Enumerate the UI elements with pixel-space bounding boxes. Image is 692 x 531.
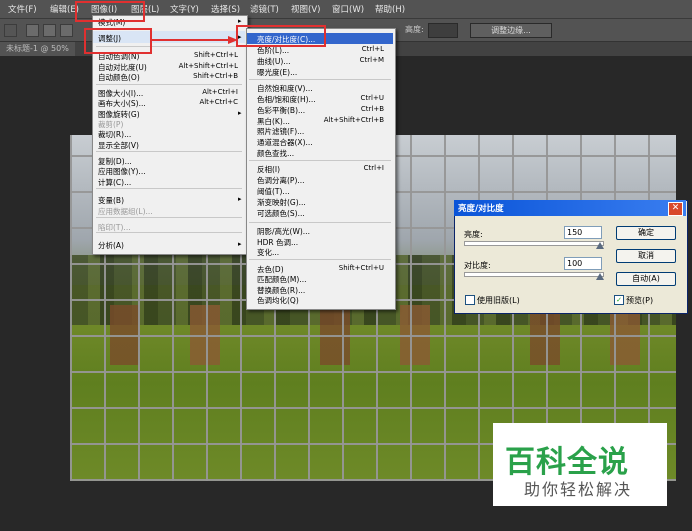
contrast-slider[interactable] — [464, 272, 604, 277]
brightness-input[interactable]: 150 — [564, 226, 602, 239]
image-menu-shortcut: Alt+Ctrl+C — [199, 98, 238, 106]
image-menu-shortcut: Shift+Ctrl+L — [194, 51, 238, 59]
add-selection-icon[interactable] — [43, 24, 56, 37]
red-highlight-brightness-contrast — [236, 25, 326, 47]
adjust-menu-item[interactable]: 色调分离(P)... — [257, 175, 305, 186]
subtract-selection-icon[interactable] — [60, 24, 73, 37]
close-icon[interactable]: ✕ — [668, 202, 683, 216]
image-menu-item[interactable]: 画布大小(S)... — [98, 98, 146, 109]
image-menu-item[interactable]: 变量(B) — [98, 195, 124, 206]
menu-window[interactable]: 窗口(W) — [332, 3, 364, 15]
image-menu-item[interactable]: 自动颜色(O) — [98, 72, 140, 83]
brightness-label: 亮度: — [464, 230, 483, 239]
brightness-slider[interactable] — [464, 241, 604, 246]
height-label: 高度: — [405, 25, 424, 34]
adjust-menu-item[interactable]: 阈值(T)... — [257, 186, 290, 197]
image-menu-item[interactable]: 显示全部(V) — [98, 140, 139, 151]
menu-separator — [96, 84, 242, 85]
adjust-menu-item[interactable]: 渐变映射(G)... — [257, 197, 306, 208]
contrast-label: 对比度: — [464, 261, 491, 270]
adjust-menu-item[interactable]: 颜色查找... — [257, 148, 294, 159]
auto-button[interactable]: 自动(A) — [616, 272, 676, 286]
watermark-subtitle: 助你轻松解决 — [524, 480, 633, 499]
adjust-menu-item[interactable]: 自然饱和度(V)... — [257, 83, 313, 94]
menu-separator — [96, 217, 242, 218]
image-menu-item[interactable]: 分析(A) — [98, 240, 124, 251]
tool-preset-icon[interactable] — [4, 24, 17, 37]
image-menu-item: 应用数据组(L)... — [98, 207, 153, 216]
menu-select[interactable]: 选择(S) — [211, 3, 240, 15]
adjust-menu-item[interactable]: 曝光度(E)... — [257, 67, 297, 78]
use-legacy-label: 使用旧版(L) — [477, 296, 520, 305]
adjust-menu-item[interactable]: 色彩平衡(B)... — [257, 105, 305, 116]
menu-separator — [249, 222, 391, 223]
menu-view[interactable]: 视图(V) — [291, 3, 320, 15]
menu-separator — [96, 188, 242, 189]
menu-type[interactable]: 文字(Y) — [170, 3, 199, 15]
document-tab[interactable]: 未标题-1 @ 50% — [0, 42, 75, 56]
menu-separator — [249, 259, 391, 260]
adjust-menu-item[interactable]: 可选颜色(S)... — [257, 208, 305, 219]
image-menu-item[interactable]: 应用图像(Y)... — [98, 166, 146, 177]
new-selection-icon[interactable] — [26, 24, 39, 37]
adjust-menu-shortcut: Ctrl+L — [361, 45, 384, 53]
adjust-menu-shortcut: Alt+Shift+Ctrl+B — [323, 116, 384, 124]
image-menu-shortcut: Shift+Ctrl+B — [193, 72, 238, 80]
menu-separator — [96, 232, 242, 233]
dialog-title: 亮度/对比度 — [458, 204, 504, 214]
adjust-menu-item[interactable]: 阴影/高光(W)... — [257, 226, 310, 237]
watermark-title: 百科全说 — [505, 445, 629, 480]
brightness-slider-thumb[interactable] — [596, 242, 604, 249]
menu-help[interactable]: 帮助(H) — [375, 3, 405, 15]
menu-separator — [249, 79, 391, 80]
red-arrow-icon — [152, 36, 238, 44]
adjust-menu-shortcut: Ctrl+U — [360, 94, 384, 102]
adjust-menu-shortcut: Ctrl+I — [363, 164, 384, 172]
submenu-arrow-icon: ▸ — [238, 109, 242, 117]
refine-edge-button[interactable]: 调整边缘... — [470, 23, 552, 38]
image-menu-shortcut: Alt+Ctrl+I — [202, 88, 238, 96]
adjust-menu-shortcut: Ctrl+B — [360, 105, 384, 113]
image-menu-item[interactable]: 计算(C)... — [98, 177, 131, 188]
red-highlight-image-menu — [75, 1, 145, 22]
image-menu-item[interactable]: 裁切(R)... — [98, 129, 131, 140]
adjust-menu-shortcut: Shift+Ctrl+U — [338, 264, 384, 272]
adjust-menu-item[interactable]: 色调均化(Q) — [257, 295, 299, 306]
height-field[interactable] — [428, 23, 458, 38]
menu-separator — [96, 151, 242, 152]
cancel-button[interactable]: 取消 — [616, 249, 676, 263]
menu-file[interactable]: 文件(F) — [8, 3, 37, 15]
adjust-menu-item[interactable]: 通道混合器(X)... — [257, 137, 313, 148]
red-highlight-adjust — [84, 28, 152, 54]
adjust-menu-item[interactable]: 照片滤镜(F)... — [257, 126, 304, 137]
preview-label: 预览(P) — [626, 296, 654, 305]
menu-separator — [249, 160, 391, 161]
adjust-menu-item[interactable]: 反相(I) — [257, 164, 280, 175]
adjust-menu-shortcut: Ctrl+M — [359, 56, 384, 64]
adjust-menu-item[interactable]: 变化... — [257, 247, 279, 258]
adjust-menu-item[interactable]: 匹配颜色(M)... — [257, 274, 306, 285]
ok-button[interactable]: 确定 — [616, 226, 676, 240]
contrast-input[interactable]: 100 — [564, 257, 602, 270]
submenu-arrow-icon: ▸ — [238, 240, 242, 248]
menu-filter[interactable]: 滤镜(T) — [250, 3, 279, 15]
image-menu-shortcut: Alt+Shift+Ctrl+L — [178, 62, 238, 70]
submenu-arrow-icon: ▸ — [238, 17, 242, 25]
workspace-background — [0, 56, 70, 531]
submenu-arrow-icon: ▸ — [238, 195, 242, 203]
preview-checkbox[interactable]: ✓ — [614, 295, 624, 305]
contrast-slider-thumb[interactable] — [596, 273, 604, 280]
use-legacy-checkbox[interactable] — [465, 295, 475, 305]
adjust-menu-item[interactable]: 色相/饱和度(H)... — [257, 94, 316, 105]
adjust-menu-item[interactable]: 曲线(U)... — [257, 56, 291, 67]
